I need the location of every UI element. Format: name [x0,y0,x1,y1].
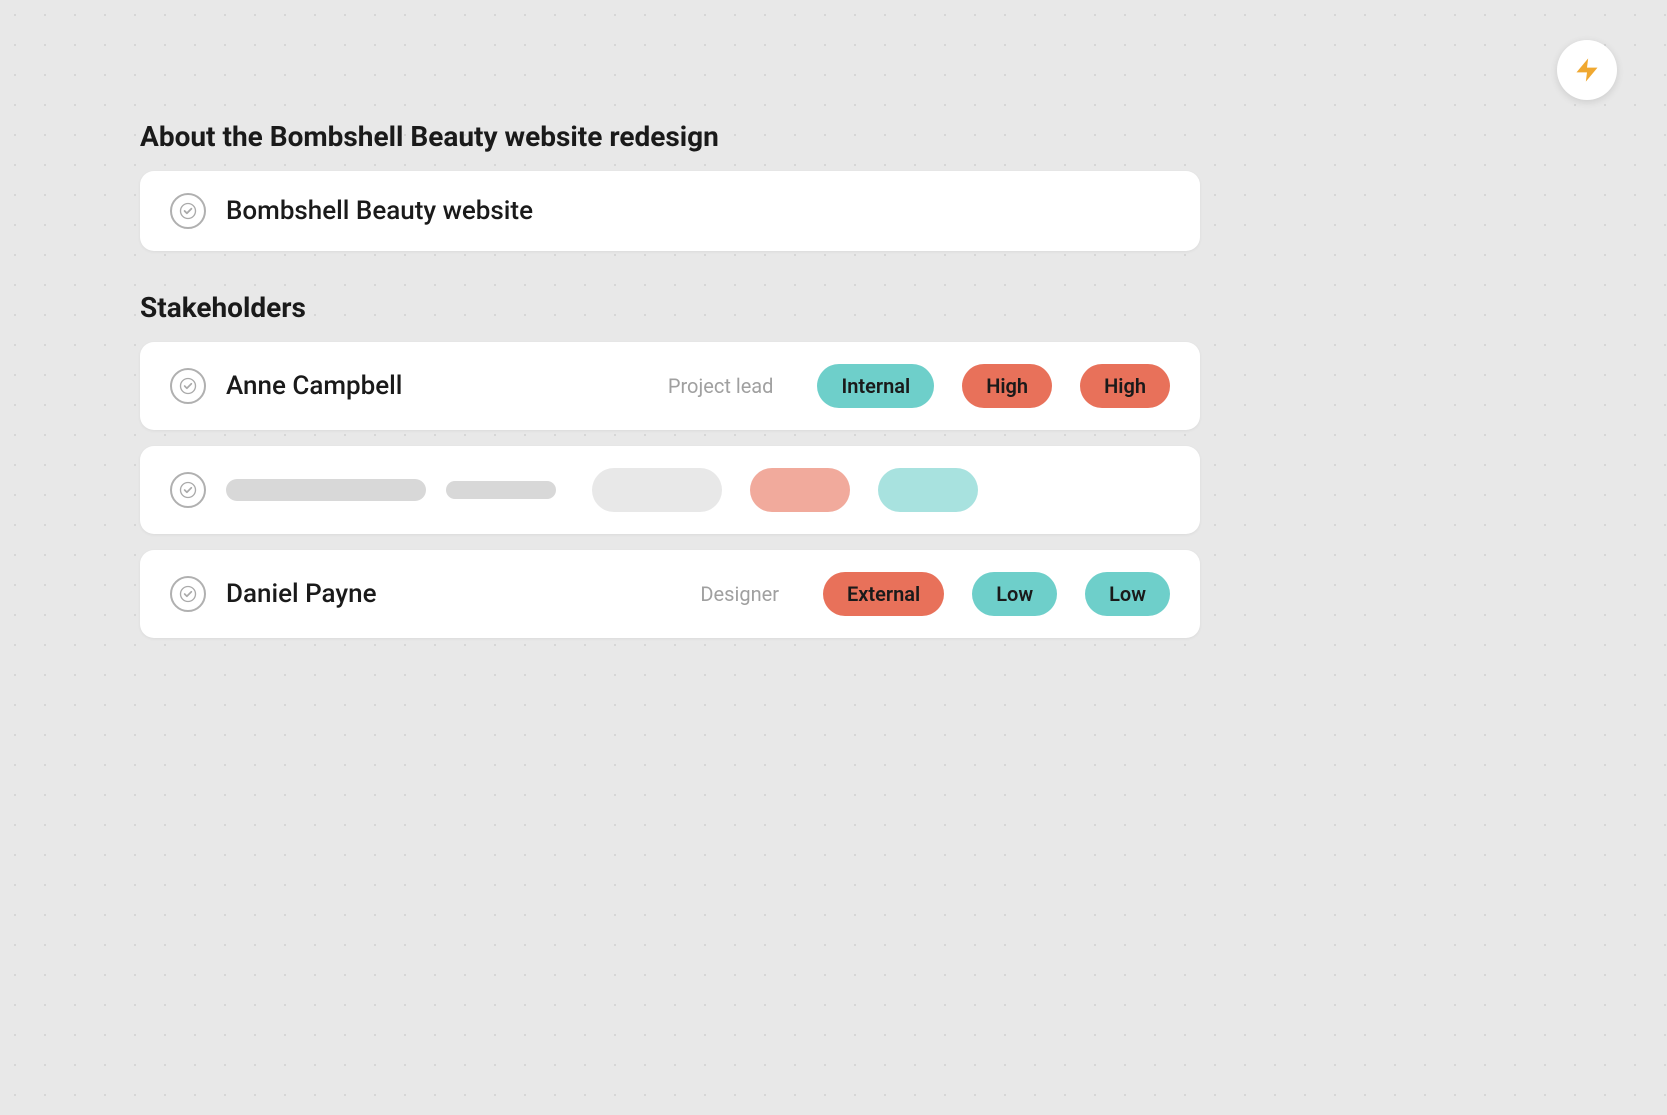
skeleton-check-icon [170,472,206,508]
daniel-badge-low-1: Low [972,572,1057,616]
skeleton-badge-light [592,468,722,512]
main-content: About the Bombshell Beauty website redes… [140,120,1200,654]
anne-check-icon [170,368,206,404]
stakeholders-section: Stakeholders Anne Campbell Project lead … [140,291,1200,638]
project-card: Bombshell Beauty website [140,171,1200,251]
about-section: About the Bombshell Beauty website redes… [140,120,1200,251]
skeleton-name-bar [226,479,426,501]
daniel-badge-low-2: Low [1085,572,1170,616]
lightning-button[interactable] [1557,40,1617,100]
anne-badge-internal: Internal [817,364,934,408]
about-section-title: About the Bombshell Beauty website redes… [140,120,1200,153]
stakeholder-row-daniel-payne: Daniel Payne Designer External Low Low [140,550,1200,638]
daniel-check-icon [170,576,206,612]
anne-role: Project lead [668,374,774,398]
anne-name: Anne Campbell [226,371,648,401]
project-check-icon [170,193,206,229]
stakeholder-row-skeleton [140,446,1200,534]
project-name: Bombshell Beauty website [226,196,1170,226]
daniel-badge-external: External [823,572,944,616]
skeleton-badge-teal [878,468,978,512]
stakeholders-title: Stakeholders [140,291,1200,324]
anne-badge-high-2: High [1080,364,1170,408]
daniel-name: Daniel Payne [226,579,680,609]
skeleton-badge-orange [750,468,850,512]
daniel-role: Designer [700,582,779,606]
skeleton-role-bar [446,481,556,499]
lightning-icon [1573,56,1601,84]
anne-badge-high-1: High [962,364,1052,408]
stakeholder-row-anne-campbell: Anne Campbell Project lead Internal High… [140,342,1200,430]
